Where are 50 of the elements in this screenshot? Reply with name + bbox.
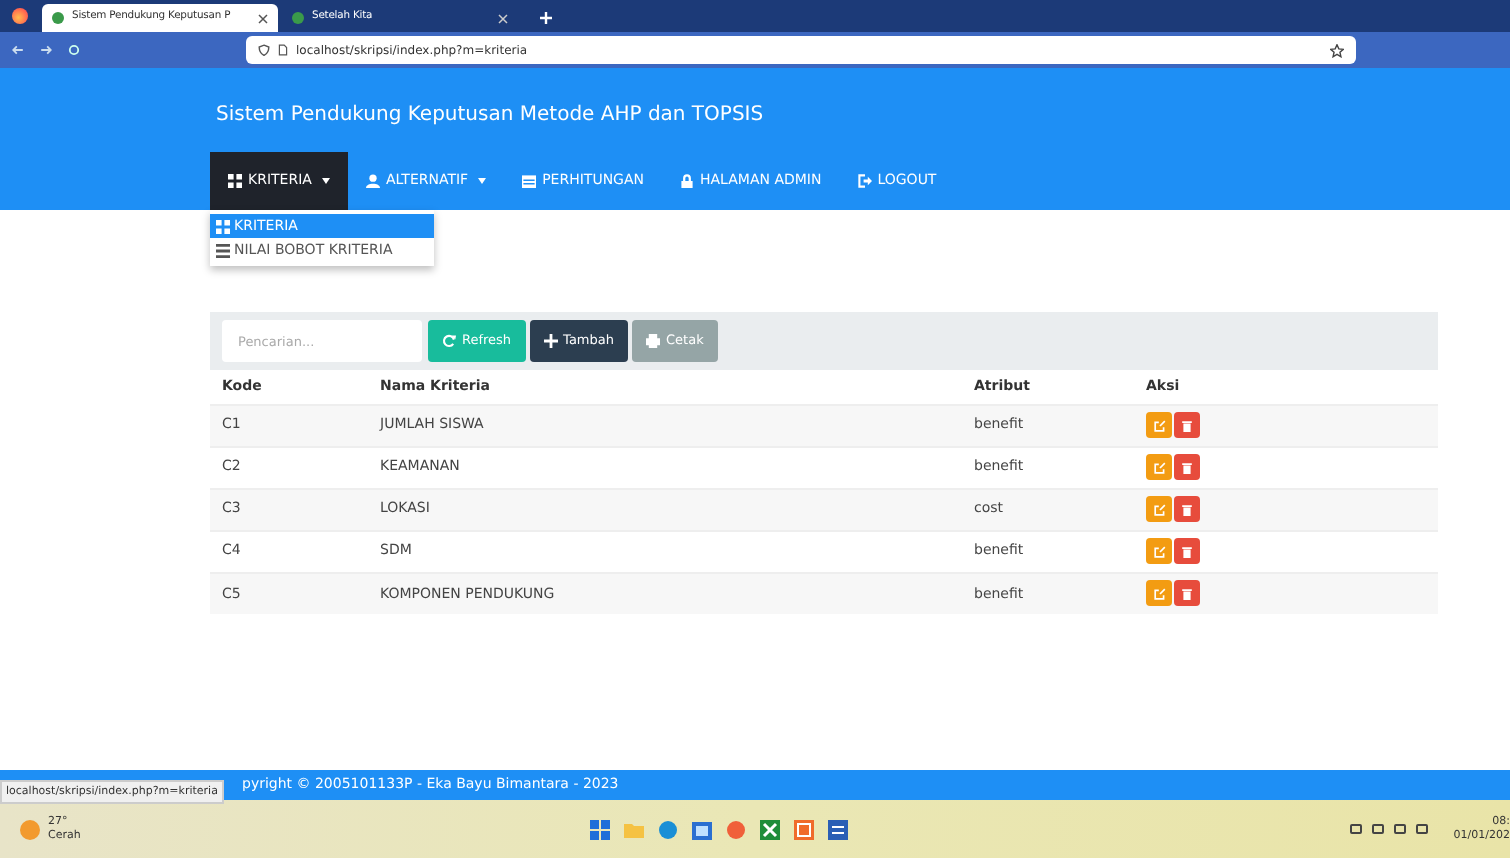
- site-icon: [52, 12, 64, 24]
- calendar-icon: [522, 174, 537, 188]
- back-icon[interactable]: [12, 44, 24, 56]
- delete-button[interactable]: [1174, 538, 1200, 564]
- store-icon[interactable]: [692, 819, 713, 839]
- app-title: Sistem Pendukung Keputusan Metode AHP dan TOPSIS: [214, 102, 766, 130]
- refresh-icon: [442, 334, 456, 348]
- trash-icon: [1182, 545, 1192, 557]
- trash-icon: [1182, 587, 1192, 600]
- trash-icon: [1182, 419, 1192, 431]
- pencil-icon: [1153, 419, 1165, 431]
- close-icon[interactable]: [258, 13, 268, 23]
- browser-logo-icon: [12, 8, 28, 24]
- edit-button[interactable]: [1146, 496, 1172, 522]
- user-icon: [365, 174, 380, 188]
- pencil-icon: [1153, 545, 1165, 557]
- pencil-icon: [1153, 503, 1165, 515]
- trash-icon: [1182, 503, 1192, 515]
- delete-button[interactable]: [1174, 412, 1200, 438]
- grid-icon: [216, 219, 230, 233]
- edit-button[interactable]: [1146, 580, 1172, 607]
- start-icon[interactable]: [590, 819, 611, 839]
- new-tab-icon[interactable]: [540, 12, 552, 24]
- pencil-icon: [1153, 461, 1165, 473]
- logout-icon: [857, 174, 872, 188]
- app-icon[interactable]: [760, 819, 781, 839]
- list-icon: [216, 243, 230, 257]
- document-icon[interactable]: [828, 819, 849, 839]
- star-icon[interactable]: [1330, 43, 1344, 57]
- weather-icon: [20, 819, 40, 839]
- plus-icon: [543, 334, 558, 348]
- delete-button[interactable]: [1174, 496, 1200, 522]
- grid-icon: [228, 174, 242, 188]
- printer-icon: [646, 334, 660, 348]
- reload-icon[interactable]: [68, 44, 80, 56]
- pencil-icon: [1153, 587, 1165, 600]
- edit-button[interactable]: [1146, 454, 1172, 480]
- edit-button[interactable]: [1146, 538, 1172, 564]
- trash-icon: [1182, 461, 1192, 473]
- delete-button[interactable]: [1174, 454, 1200, 480]
- page-icon: [278, 44, 288, 56]
- delete-button[interactable]: [1174, 580, 1200, 607]
- edit-button[interactable]: [1146, 412, 1172, 438]
- browser-icon[interactable]: [658, 819, 679, 839]
- site-icon: [292, 12, 304, 24]
- forward-icon[interactable]: [40, 44, 52, 56]
- lock-icon: [680, 174, 694, 188]
- app-icon[interactable]: [794, 819, 815, 839]
- browser-icon[interactable]: [726, 819, 747, 839]
- shield-icon: [258, 44, 270, 56]
